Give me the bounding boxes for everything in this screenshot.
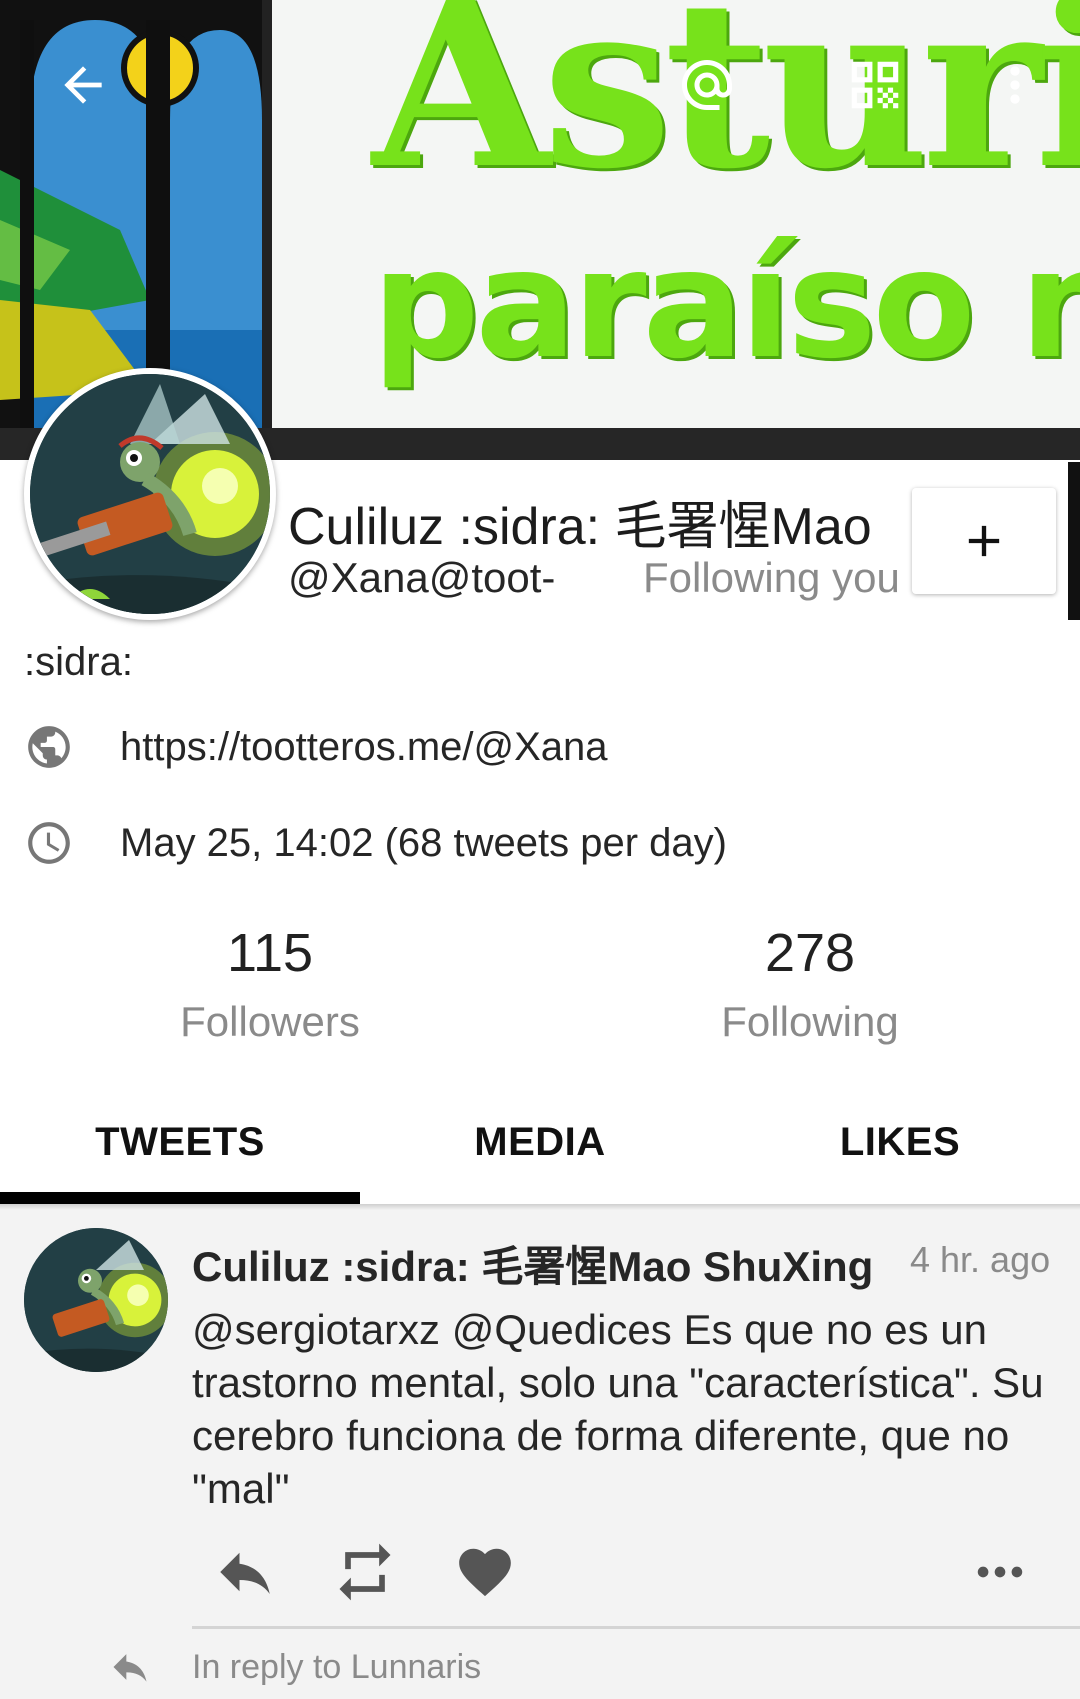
clock-icon <box>28 822 70 864</box>
tab-media[interactable]: MEDIA <box>360 1080 720 1204</box>
followers-label: Followers <box>180 998 360 1045</box>
post-divider <box>192 1626 1080 1629</box>
like-button[interactable] <box>450 1540 520 1604</box>
following-label: Following <box>721 998 899 1045</box>
following-you-label: Following you <box>643 554 900 601</box>
tab-likes[interactable]: LIKES <box>720 1080 1080 1204</box>
post-timestamp: 4 hr. ago <box>910 1239 1051 1280</box>
plus-icon <box>968 525 1000 557</box>
profile-joined-text: May 25, 14:02 (68 tweets per day) <box>120 820 727 865</box>
arrow-back-icon <box>64 66 102 104</box>
in-reply-to-row[interactable]: In reply to Lunnaris <box>108 1645 481 1689</box>
more-options-button[interactable] <box>970 40 1060 130</box>
qr-code-icon <box>851 61 899 109</box>
followers-count: 115 <box>226 923 314 983</box>
tabs-shadow <box>0 1204 1080 1210</box>
retweet-icon <box>339 1543 391 1601</box>
reply-button[interactable] <box>210 1540 280 1604</box>
profile-bio: :sidra: <box>24 640 133 684</box>
banner-subtitle: paraíso na <box>372 218 1080 392</box>
post-author-name: Culiluz :sidra: 毛署惺Mao ShuXing <box>192 1243 874 1290</box>
post-text: @sergiotarxz @Quedices Es que no es un t… <box>192 1306 1044 1512</box>
profile-website-link[interactable]: https://tootteros.me/@Xana <box>120 725 608 770</box>
followers-stat[interactable]: 115 Followers <box>120 926 420 1046</box>
globe-icon <box>28 726 70 768</box>
qr-code-button[interactable] <box>830 40 920 130</box>
post-avatar[interactable] <box>24 1228 168 1372</box>
post-more-button[interactable] <box>965 1540 1035 1604</box>
profile-handle: @Xana@toot- <box>288 554 556 601</box>
following-stat[interactable]: 278 Following <box>660 926 960 1046</box>
heart-icon <box>459 1548 511 1597</box>
profile-joined-row: May 25, 14:02 (68 tweets per day) <box>24 818 727 868</box>
profile-website-row[interactable]: https://tootteros.me/@Xana <box>24 722 608 772</box>
following-count: 278 <box>764 923 856 983</box>
more-vert-icon <box>1010 66 1020 104</box>
tab-tweets[interactable]: TWEETS <box>0 1080 360 1204</box>
profile-tabs: TWEETS MEDIA LIKES <box>0 1080 1080 1204</box>
profile-avatar[interactable] <box>24 368 276 620</box>
more-horiz-icon <box>977 1566 1023 1578</box>
active-tab-indicator <box>0 1192 360 1204</box>
profile-display-name: Culiluz :sidra: 毛署惺Mao <box>288 498 872 556</box>
retweet-button[interactable] <box>330 1540 400 1604</box>
header-edge-accent <box>1068 462 1080 620</box>
mention-button[interactable] <box>662 40 752 130</box>
reply-icon <box>220 1552 270 1594</box>
back-button[interactable] <box>38 40 128 130</box>
in-reply-to-label: In reply to Lunnaris <box>192 1647 482 1686</box>
follow-button[interactable] <box>912 488 1056 594</box>
at-icon <box>682 60 732 110</box>
reply-small-icon <box>113 1654 147 1682</box>
